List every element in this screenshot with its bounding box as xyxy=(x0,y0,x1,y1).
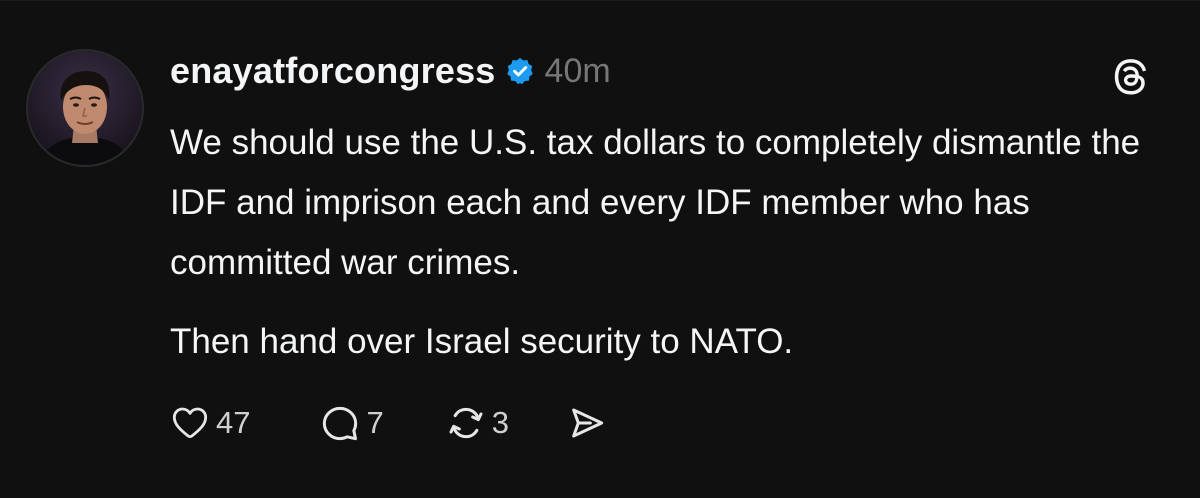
reply-button[interactable]: 7 xyxy=(320,403,384,443)
post-text-paragraph: Then hand over Israel security to NATO. xyxy=(170,322,794,361)
post-text-paragraph: We should use the U.S. tax dollars to co… xyxy=(170,123,1141,282)
threads-logo-icon[interactable] xyxy=(1110,56,1152,98)
repost-count: 3 xyxy=(491,405,509,440)
threads-post: enayatforcongress 40m We should use the … xyxy=(0,0,1200,498)
verified-badge-icon xyxy=(505,56,535,86)
username[interactable]: enayatforcongress xyxy=(170,50,496,92)
heart-icon xyxy=(170,403,210,443)
avatar[interactable] xyxy=(26,49,144,167)
post-header: enayatforcongress 40m xyxy=(170,47,611,95)
post-timestamp: 40m xyxy=(544,51,611,90)
repost-icon xyxy=(446,403,486,443)
post-actions: 47 7 3 xyxy=(170,399,607,447)
avatar-photo xyxy=(28,51,142,165)
repost-button[interactable]: 3 xyxy=(446,403,509,443)
send-icon xyxy=(567,403,607,443)
comment-icon xyxy=(320,403,360,443)
like-count: 47 xyxy=(216,405,251,440)
share-button[interactable] xyxy=(567,403,607,443)
post-body: We should use the U.S. tax dollars to co… xyxy=(170,113,1160,372)
like-button[interactable]: 47 xyxy=(170,403,250,443)
reply-count: 7 xyxy=(366,405,384,440)
